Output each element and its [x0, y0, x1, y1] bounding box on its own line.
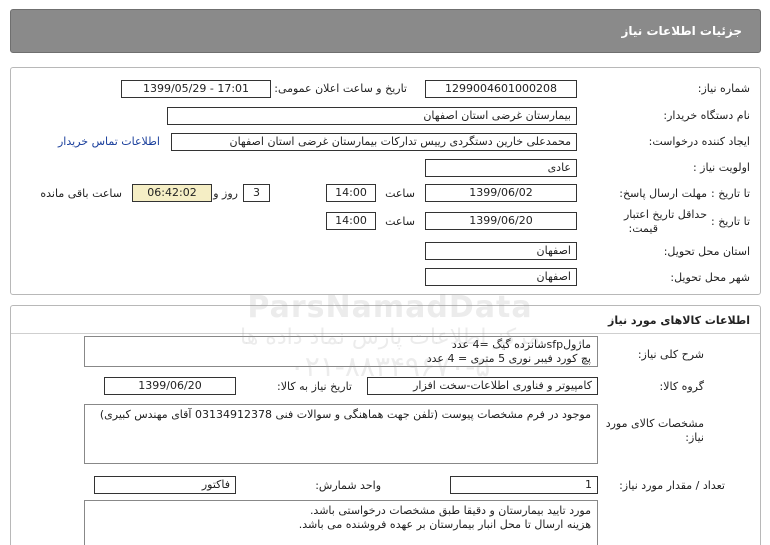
spec-field: موجود در فرم مشخصات پیوست (تلفن جهت هماه… — [84, 404, 598, 464]
need-date-label: تاریخ نیاز به کالا: — [277, 380, 352, 393]
spec-label-2: نیاز: — [685, 431, 704, 444]
days-remaining-field: 3 — [243, 184, 270, 202]
delivery-province-label: استان محل تحویل: — [663, 245, 750, 258]
delivery-city-label: شهر محل تحویل: — [670, 271, 750, 284]
quantity-label: تعداد / مقدار مورد نیاز: — [619, 479, 725, 492]
need-info-panel — [10, 67, 761, 295]
section-divider — [11, 333, 760, 334]
summary-label: شرح کلی نیاز: — [637, 348, 704, 361]
buyer-label: نام دستگاه خریدار: — [663, 109, 750, 122]
price-validity-label-2: قیمت: — [628, 222, 658, 235]
requester-label: ایجاد کننده درخواست: — [648, 135, 750, 148]
goods-group-field: کامپیوتر و فناوری اطلاعات-سخت افزار — [367, 377, 598, 395]
announce-datetime-label: تاریخ و ساعت اعلان عمومی: — [274, 82, 407, 95]
validity-time-label: ساعت — [385, 215, 415, 228]
notes-line-1: مورد تایید بیمارستان و دقیقا طبق مشخصات … — [309, 504, 591, 517]
deadline-time-field: 14:00 — [326, 184, 376, 202]
priority-label: اولویت نیاز : — [692, 161, 750, 174]
notes-line-2: هزینه ارسال تا محل انبار بیمارستان بر عه… — [298, 518, 591, 531]
spec-label: مشخصات کالای مورد — [605, 417, 704, 430]
summary-line-2: پچ کورد فیبر نوری 5 متری = 4 عدد — [426, 352, 591, 365]
quantity-field: 1 — [450, 476, 598, 494]
validity-time-field: 14:00 — [326, 212, 376, 230]
buyer-notes-field: مورد تایید بیمارستان و دقیقا طبق مشخصات … — [84, 500, 598, 545]
deadline-date-field: 1399/06/02 — [425, 184, 577, 202]
summary-line-1: ماژولsfpشانزده گیگ =4 عدد — [451, 338, 591, 351]
buyer-field: بیمارستان غرضی استان اصفهان — [167, 107, 577, 125]
goods-group-label: گروه کالا: — [659, 380, 704, 393]
validity-to-date-label: تا تاریخ : — [711, 215, 750, 228]
spec-text: موجود در فرم مشخصات پیوست (تلفن جهت هماه… — [99, 408, 591, 421]
unit-field: فاکتور — [94, 476, 236, 494]
delivery-city-field: اصفهان — [425, 268, 577, 286]
deadline-time-label: ساعت — [385, 187, 415, 200]
price-validity-label: حداقل تاریخ اعتبار — [623, 208, 707, 221]
page-header: جزئیات اطلاعات نیاز — [10, 9, 761, 53]
need-number-field: 1299004601000208 — [425, 80, 577, 98]
unit-label: واحد شمارش: — [315, 479, 381, 492]
announce-datetime-field: 1399/05/29 - 17:01 — [121, 80, 271, 98]
delivery-province-field: اصفهان — [425, 242, 577, 260]
remaining-time-label: ساعت باقی مانده — [40, 187, 122, 200]
goods-section-title: اطلاعات کالاهای مورد نیاز — [608, 314, 750, 327]
days-label: روز و — [213, 187, 238, 200]
remaining-time-field: 06:42:02 — [132, 184, 212, 202]
priority-field: عادی — [425, 159, 577, 177]
need-number-label: شماره نیاز: — [697, 82, 750, 95]
buyer-contact-link[interactable]: اطلاعات تماس خریدار — [58, 135, 160, 148]
deadline-label: مهلت ارسال پاسخ: — [619, 187, 707, 200]
validity-date-field: 1399/06/20 — [425, 212, 577, 230]
summary-field: ماژولsfpشانزده گیگ =4 عدد پچ کورد فیبر ن… — [84, 336, 598, 367]
requester-field: محمدعلی خارین دستگردی رییس تدارکات بیمار… — [171, 133, 577, 151]
deadline-to-date-label: تا تاریخ : — [711, 187, 750, 200]
page-title: جزئیات اطلاعات نیاز — [621, 24, 742, 38]
need-date-field: 1399/06/20 — [104, 377, 236, 395]
